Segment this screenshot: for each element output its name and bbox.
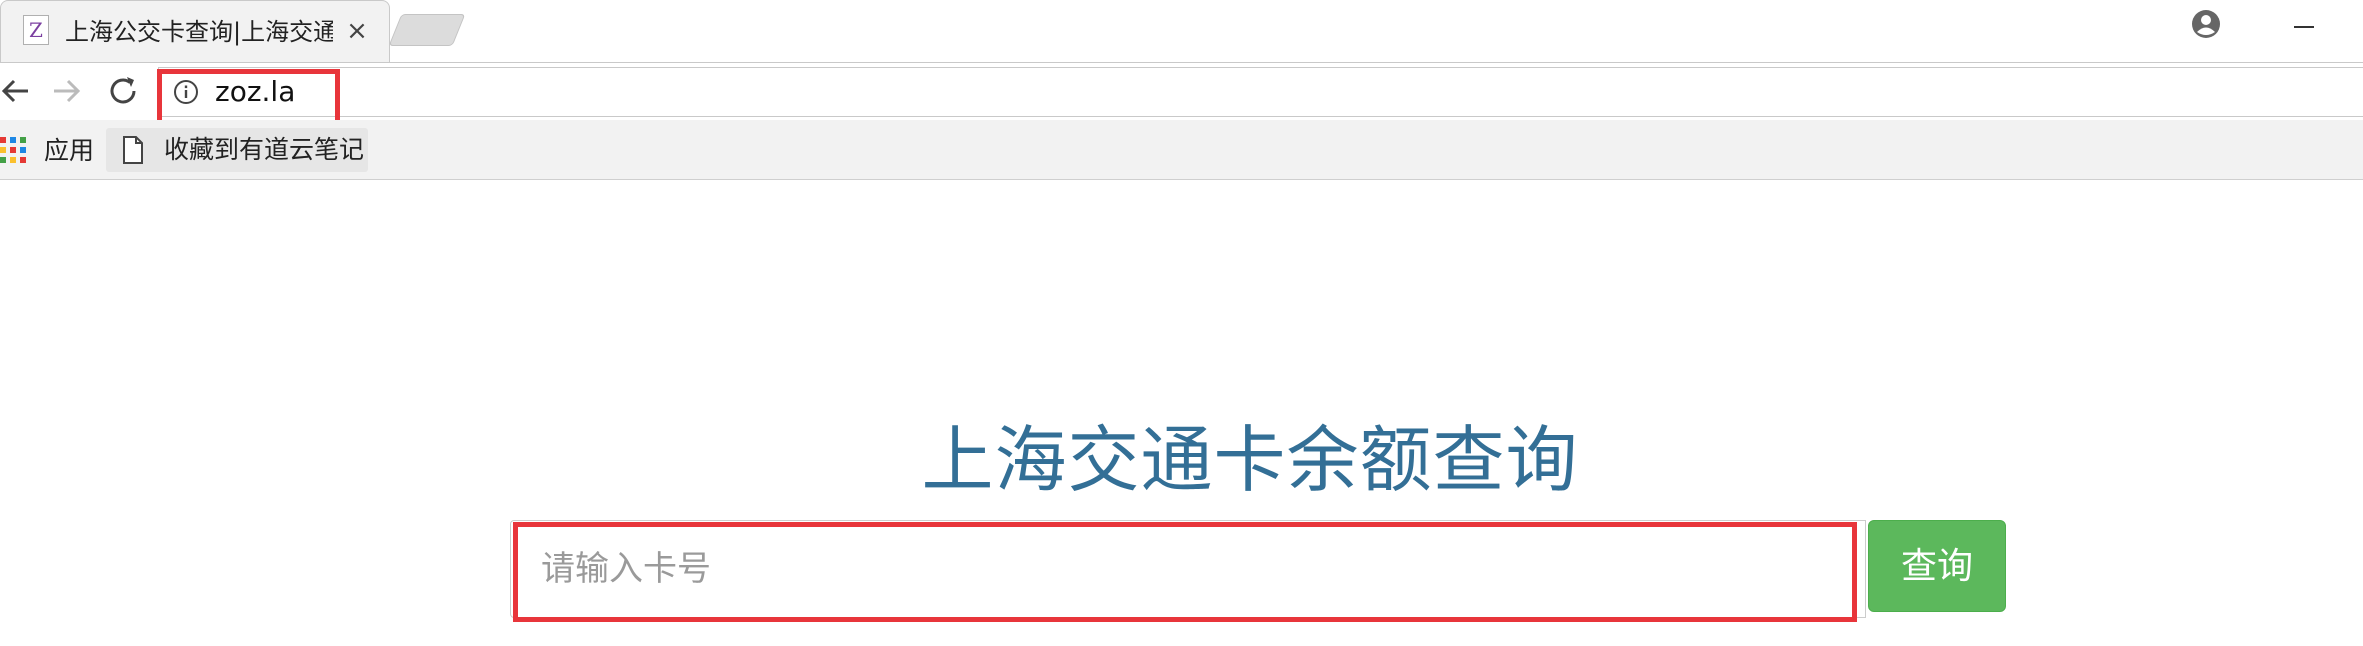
apps-bookmark-label[interactable]: 应用 (44, 134, 94, 168)
file-icon (122, 136, 144, 164)
reload-icon[interactable] (104, 71, 144, 111)
favicon-icon: Z (23, 15, 49, 45)
bookmark-youdao[interactable]: 收藏到有道云笔记 (106, 128, 368, 172)
bookmarks-bar: 应用 收藏到有道云笔记 (0, 120, 2363, 180)
minimize-icon[interactable] (2280, 8, 2330, 42)
address-bar[interactable]: zoz.la (158, 67, 2363, 117)
card-number-input[interactable] (510, 520, 1866, 618)
forward-icon[interactable] (48, 71, 88, 111)
query-button[interactable]: 查询 (1868, 520, 2006, 612)
profile-icon[interactable] (2190, 8, 2222, 40)
info-icon[interactable] (173, 79, 199, 105)
page-title: 上海交通卡余额查询 (921, 418, 1579, 502)
browser-tab[interactable]: Z 上海公交卡查询|上海交通卡余额查询 × (0, 0, 390, 62)
bookmark-label: 收藏到有道云笔记 (164, 135, 365, 164)
tab-title: 上海公交卡查询|上海交通卡余额查询 (65, 18, 333, 46)
url-text[interactable]: zoz.la (215, 74, 295, 110)
new-tab-button[interactable] (388, 14, 466, 46)
close-icon[interactable]: × (343, 15, 371, 47)
browser-toolbar: zoz.la (0, 62, 2363, 125)
back-icon[interactable] (0, 71, 40, 111)
tab-strip: Z 上海公交卡查询|上海交通卡余额查询 × (0, 0, 2363, 64)
apps-grid-icon[interactable] (0, 136, 28, 164)
